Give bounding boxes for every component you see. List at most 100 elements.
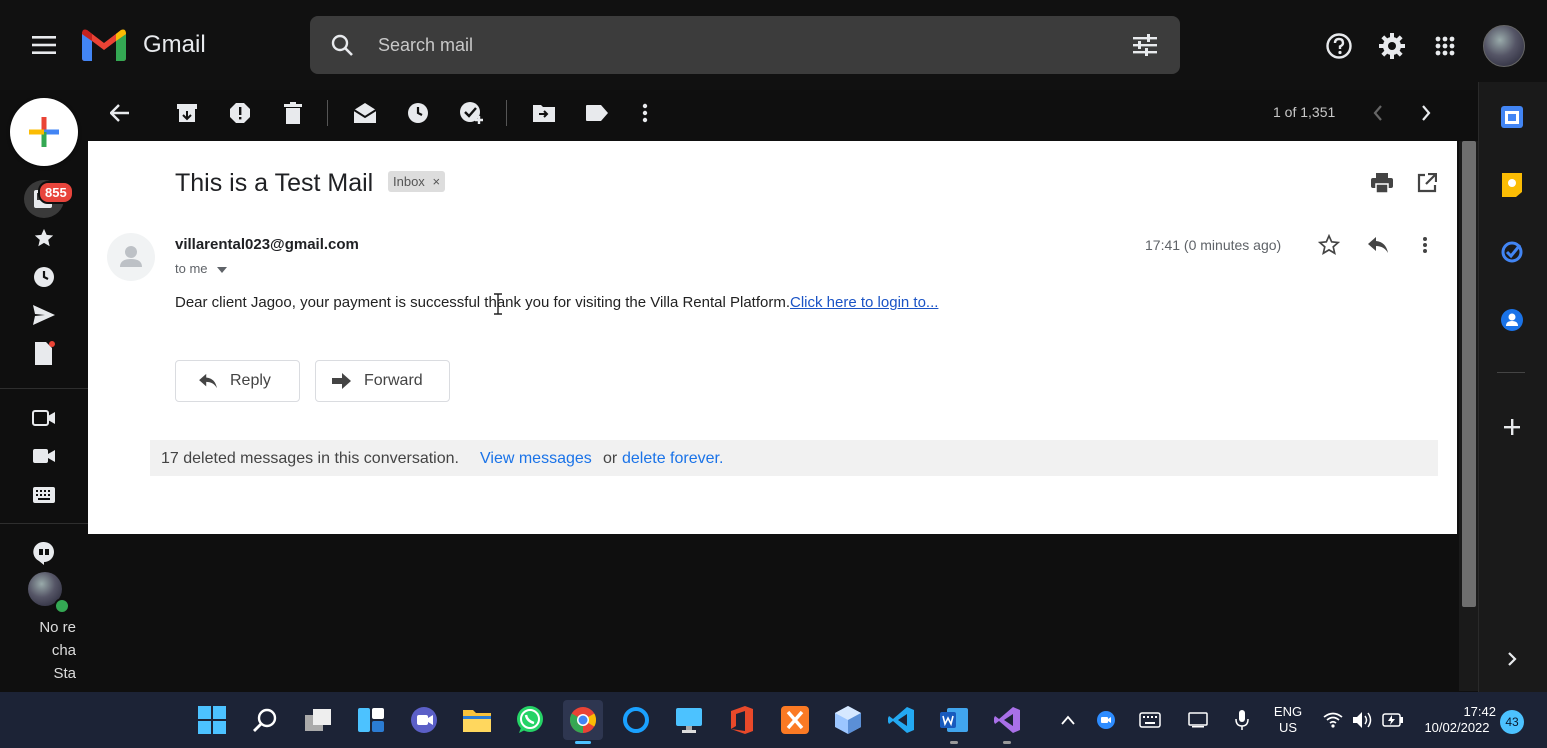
contacts-icon[interactable] [1497,305,1527,335]
delete-forever-link[interactable]: delete forever. [622,450,723,468]
forward-button-label: Forward [364,372,423,389]
windows-taskbar [0,692,1547,748]
notification-count-badge[interactable]: 43 [1500,710,1524,734]
meet-join-video-icon[interactable] [26,441,62,471]
whatsapp-icon[interactable] [510,700,550,740]
sent-icon[interactable] [26,300,62,330]
dropdown-arrow-icon[interactable] [217,266,228,273]
gmail-logo-icon[interactable] [82,28,128,62]
chrome-icon[interactable] [563,700,603,740]
compose-button[interactable] [10,98,78,166]
tasks-icon[interactable] [1497,237,1527,267]
older-chevron-right-icon[interactable] [1412,98,1440,128]
taskbar-search-icon[interactable] [245,700,285,740]
print-icon[interactable] [1370,171,1394,195]
move-to-folder-icon[interactable] [527,98,561,128]
label-chip-text: Inbox [393,174,425,189]
drafts-icon[interactable] [26,339,62,369]
help-icon[interactable] [1322,29,1356,63]
remove-label-icon[interactable]: × [432,174,440,189]
report-spam-icon[interactable] [223,98,257,128]
volume-speaker-icon[interactable] [1346,700,1380,740]
widgets-icon[interactable] [351,700,391,740]
remote-desktop-icon[interactable] [669,700,709,740]
scrollbar-thumb[interactable] [1462,141,1476,607]
touch-keyboard-icon[interactable] [1132,700,1168,740]
active-app-indicator [575,741,591,744]
more-options-vertical-icon[interactable] [628,98,662,128]
recipient-text: to me [175,261,208,276]
microphone-icon[interactable] [1224,700,1260,740]
sender-email[interactable]: villarental023@gmail.com [175,236,359,253]
open-in-new-window-icon[interactable] [1415,171,1439,195]
recipient-details-toggle[interactable]: to me [175,261,228,276]
star-icon[interactable] [1317,233,1341,257]
virtualbox-cube-icon[interactable] [828,700,868,740]
side-panel-divider [1497,372,1525,373]
add-to-tasks-icon[interactable] [454,98,490,128]
word-icon[interactable] [934,700,974,740]
task-view-icon[interactable] [298,700,338,740]
rail-divider [0,388,88,389]
main-menu-icon[interactable] [26,30,62,60]
vscode-icon[interactable] [881,700,921,740]
deleted-messages-notice: 17 deleted messages in this conversation… [150,440,1438,476]
reply-arrow-icon[interactable] [1365,233,1391,257]
wifi-icon[interactable] [1316,700,1350,740]
text-cursor-icon [493,293,503,315]
search-icon[interactable] [328,31,356,59]
keep-notes-icon[interactable] [1497,170,1527,200]
apps-grid-icon[interactable] [1428,29,1462,63]
or-text: or [603,450,618,467]
newer-chevron-left-icon[interactable] [1364,98,1392,128]
message-view: This is a Test Mail Inbox × villarental0… [88,141,1457,534]
reply-button[interactable]: Reply [175,360,300,402]
reply-button-label: Reply [230,372,271,389]
search-options-icon[interactable] [1130,31,1160,59]
hangouts-chat-icon[interactable] [26,538,62,568]
back-arrow-icon[interactable] [103,98,137,128]
get-addons-plus-icon[interactable] [1497,412,1527,442]
office-icon[interactable] [722,700,762,740]
zoom-tray-icon[interactable] [1088,700,1124,740]
cortana-icon[interactable] [616,700,656,740]
clock-date-display[interactable]: 17:42 10/02/2022 [1418,704,1496,736]
input-language-indicator[interactable]: ENG US [1270,704,1306,736]
starred-icon[interactable] [26,223,62,253]
view-messages-link[interactable]: View messages [480,450,592,468]
message-more-options-icon[interactable] [1414,233,1436,257]
toolbar-divider [506,100,507,126]
chat-status-text: No re cha Sta [39,619,76,682]
meet-new-meeting-icon[interactable] [26,403,62,433]
archive-icon[interactable] [170,98,204,128]
settings-gear-icon[interactable] [1375,29,1409,63]
snoozed-clock-icon[interactable] [26,262,62,292]
label-tag-icon[interactable] [580,98,614,128]
account-avatar[interactable] [1483,25,1525,67]
running-app-indicator [950,741,958,744]
battery-charging-icon[interactable] [1376,700,1410,740]
sender-avatar[interactable] [107,233,155,281]
login-link[interactable]: Click here to login to... [790,294,938,311]
rail-divider [0,523,88,524]
delete-trash-icon[interactable] [276,98,310,128]
deleted-notice-text: 17 deleted messages in this conversation… [161,450,459,467]
search-bar[interactable]: Search mail [310,16,1180,74]
search-input[interactable]: Search mail [378,35,473,56]
tablet-mode-icon[interactable] [1180,700,1216,740]
teams-chat-icon[interactable] [404,700,444,740]
visual-studio-icon[interactable] [987,700,1027,740]
snooze-clock-icon[interactable] [401,98,435,128]
message-timestamp: 17:41 (0 minutes ago) [1145,237,1282,253]
xampp-icon[interactable] [775,700,815,740]
inbox-label-chip[interactable]: Inbox × [388,171,446,192]
keyboard-icon[interactable] [26,480,62,510]
show-side-panel-chevron-icon[interactable] [1497,644,1527,674]
show-hidden-icons-chevron-icon[interactable] [1050,700,1086,740]
mark-as-unread-icon[interactable] [348,98,382,128]
file-explorer-icon[interactable] [457,700,497,740]
forward-button[interactable]: Forward [315,360,450,402]
windows-start-icon[interactable] [192,700,232,740]
unread-count-badge: 855 [38,181,74,204]
calendar-icon[interactable] [1497,102,1527,132]
